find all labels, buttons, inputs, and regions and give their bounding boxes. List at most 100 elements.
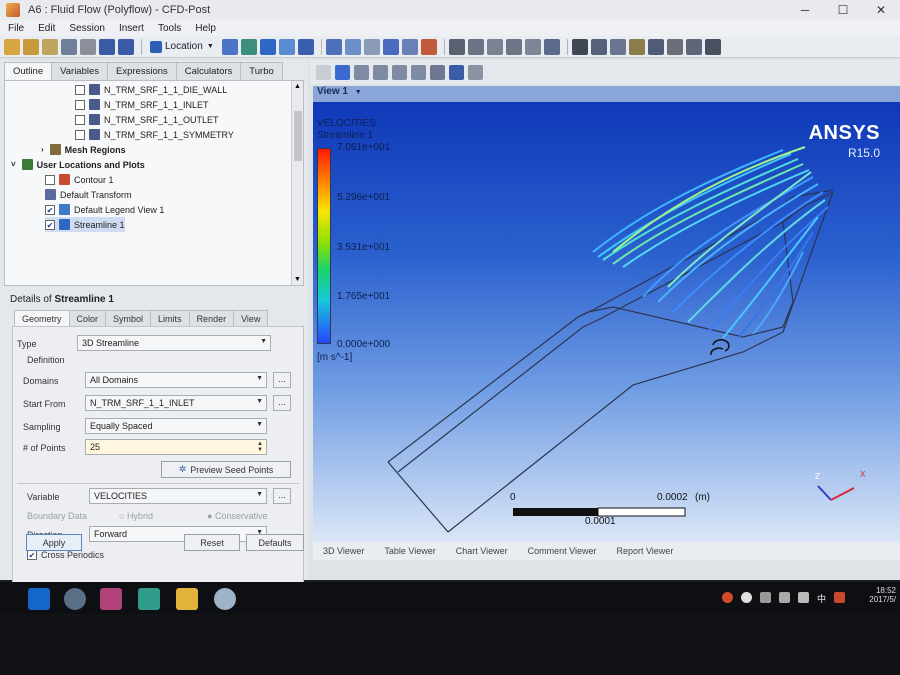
menu-session[interactable]: Session bbox=[69, 23, 105, 34]
tab-outline[interactable]: Outline bbox=[4, 62, 53, 80]
tab-calculators[interactable]: Calculators bbox=[175, 62, 242, 80]
visibility-checkbox[interactable] bbox=[45, 174, 55, 185]
menu-tools[interactable]: Tools bbox=[158, 23, 181, 34]
points-spinbox[interactable]: 25 ▲ ▼ bbox=[85, 439, 267, 455]
tab-geometry[interactable]: Geometry bbox=[14, 310, 70, 327]
macro-calculator-icon[interactable] bbox=[685, 38, 702, 55]
tree-item-mesh-regions[interactable]: › Mesh Regions bbox=[41, 142, 126, 157]
pan-icon[interactable] bbox=[354, 64, 369, 80]
scroll-up-icon[interactable]: ▲ bbox=[294, 83, 301, 90]
open-icon[interactable] bbox=[23, 38, 39, 55]
rotate-icon[interactable] bbox=[335, 64, 350, 80]
explode-icon[interactable] bbox=[468, 64, 483, 80]
variable-select[interactable]: VELOCITIES ▼ bbox=[89, 488, 267, 504]
tree-item-die-wall[interactable]: N_TRM_SRF_1_1_DIE_WALL bbox=[75, 82, 227, 97]
sampling-select[interactable]: Equally Spaced ▼ bbox=[85, 418, 267, 434]
tab-expressions[interactable]: Expressions bbox=[107, 62, 177, 80]
domains-browse-button[interactable]: ... bbox=[273, 372, 291, 388]
battery-icon[interactable] bbox=[798, 592, 809, 603]
tab-report-viewer[interactable]: Report Viewer bbox=[606, 546, 683, 556]
isosurface-icon[interactable] bbox=[325, 38, 342, 55]
direction-select[interactable]: Forward ▼ bbox=[89, 526, 267, 542]
photos-icon[interactable] bbox=[100, 588, 122, 610]
minimize-button[interactable]: ─ bbox=[786, 0, 824, 20]
expression-icon[interactable] bbox=[467, 38, 484, 55]
tab-render[interactable]: Render bbox=[188, 310, 235, 327]
volume-rendering-icon[interactable] bbox=[297, 38, 314, 55]
redo-icon[interactable] bbox=[118, 38, 134, 55]
tab-3d-viewer[interactable]: 3D Viewer bbox=[313, 546, 374, 556]
maximize-button[interactable]: ☐ bbox=[824, 0, 862, 20]
text-icon[interactable] bbox=[344, 38, 361, 55]
domains-select[interactable]: All Domains ▼ bbox=[85, 372, 267, 388]
comment-icon[interactable] bbox=[524, 38, 541, 55]
defaults-button[interactable]: Defaults bbox=[246, 534, 304, 551]
table-icon[interactable] bbox=[486, 38, 503, 55]
scrollbar-thumb[interactable] bbox=[294, 111, 302, 161]
close-button[interactable]: ✕ bbox=[862, 0, 900, 20]
tree-item-user-locations[interactable]: ˅ User Locations and Plots bbox=[11, 157, 145, 172]
select-icon[interactable] bbox=[316, 64, 331, 80]
scroll-down-icon[interactable]: ▼ bbox=[294, 276, 301, 283]
collapse-arrow-icon[interactable]: ˅ bbox=[11, 160, 16, 169]
clip-plane-icon[interactable] bbox=[401, 38, 418, 55]
fit-view-icon[interactable] bbox=[411, 64, 426, 80]
tab-comment-viewer[interactable]: Comment Viewer bbox=[518, 546, 607, 556]
probe-icon[interactable] bbox=[647, 38, 664, 55]
tree-item-legend-view[interactable]: Default Legend View 1 bbox=[45, 202, 164, 217]
location-button[interactable]: Location ▼ bbox=[146, 38, 218, 56]
app-icon[interactable] bbox=[138, 588, 160, 610]
print-icon[interactable] bbox=[80, 38, 96, 55]
tab-turbo[interactable]: Turbo bbox=[240, 62, 283, 80]
ansys-workbench-icon[interactable] bbox=[176, 588, 198, 610]
tab-symbol[interactable]: Symbol bbox=[105, 310, 152, 327]
legend-icon[interactable] bbox=[363, 38, 380, 55]
color-map-icon[interactable] bbox=[420, 38, 437, 55]
menu-edit[interactable]: Edit bbox=[38, 23, 55, 34]
start-from-select[interactable]: N_TRM_SRF_1_1_INLET ▼ bbox=[85, 395, 267, 411]
timestep-icon[interactable] bbox=[571, 38, 588, 55]
tray-app-icon[interactable] bbox=[741, 592, 752, 603]
checkbox[interactable] bbox=[27, 550, 37, 560]
edge-icon[interactable] bbox=[28, 588, 50, 610]
viewport-layout-icon[interactable] bbox=[449, 64, 464, 80]
spin-arrows-icon[interactable]: ▲ ▼ bbox=[257, 441, 263, 453]
cross-periodics-checkbox[interactable]: Cross Periodics bbox=[27, 550, 104, 560]
instance-transform-icon[interactable] bbox=[382, 38, 399, 55]
quick-editor-icon[interactable] bbox=[609, 38, 626, 55]
tree-item-contour[interactable]: Contour 1 bbox=[45, 172, 114, 187]
function-calculator-icon[interactable] bbox=[666, 38, 683, 55]
view-selector[interactable]: View 1 ▼ bbox=[313, 86, 900, 102]
contour-icon[interactable] bbox=[240, 38, 257, 55]
cfd-post-icon[interactable] bbox=[214, 588, 236, 610]
start-from-browse-button[interactable]: ... bbox=[273, 395, 291, 411]
animation-icon[interactable] bbox=[590, 38, 607, 55]
visibility-checkbox[interactable] bbox=[45, 219, 55, 230]
3d-viewport[interactable]: VELOCITIES Streamline 1 7.061e+001 5.296… bbox=[313, 102, 900, 542]
type-select[interactable]: 3D Streamline ▼ bbox=[77, 335, 271, 351]
tray-app-icon[interactable] bbox=[722, 592, 733, 603]
menu-file[interactable]: File bbox=[8, 23, 24, 34]
clock[interactable]: 18:52 2017/5/ bbox=[869, 586, 896, 604]
browser-icon[interactable] bbox=[64, 588, 86, 610]
new-icon[interactable] bbox=[4, 38, 20, 55]
menu-help[interactable]: Help bbox=[195, 23, 216, 34]
save-icon[interactable] bbox=[61, 38, 77, 55]
tree-item-symmetry[interactable]: N_TRM_SRF_1_1_SYMMETRY bbox=[75, 127, 234, 142]
preview-seed-points-button[interactable]: ✲ Preview Seed Points bbox=[161, 461, 291, 478]
visibility-checkbox[interactable] bbox=[75, 84, 85, 95]
ime-indicator[interactable]: 中 bbox=[817, 592, 826, 604]
chart-icon[interactable] bbox=[505, 38, 522, 55]
volume-icon[interactable] bbox=[779, 592, 790, 603]
load-state-icon[interactable] bbox=[42, 38, 58, 55]
tab-limits[interactable]: Limits bbox=[150, 310, 190, 327]
tree-item-default-transform[interactable]: Default Transform bbox=[45, 187, 132, 202]
tab-chart-viewer[interactable]: Chart Viewer bbox=[446, 546, 518, 556]
network-icon[interactable] bbox=[760, 592, 771, 603]
visibility-checkbox[interactable] bbox=[75, 114, 85, 125]
undo-icon[interactable] bbox=[99, 38, 115, 55]
tree-item-streamline[interactable]: Streamline 1 bbox=[45, 217, 125, 232]
tree-item-outlet[interactable]: N_TRM_SRF_1_1_OUTLET bbox=[75, 112, 219, 127]
case-comparison-icon[interactable] bbox=[628, 38, 645, 55]
tab-color[interactable]: Color bbox=[68, 310, 107, 327]
